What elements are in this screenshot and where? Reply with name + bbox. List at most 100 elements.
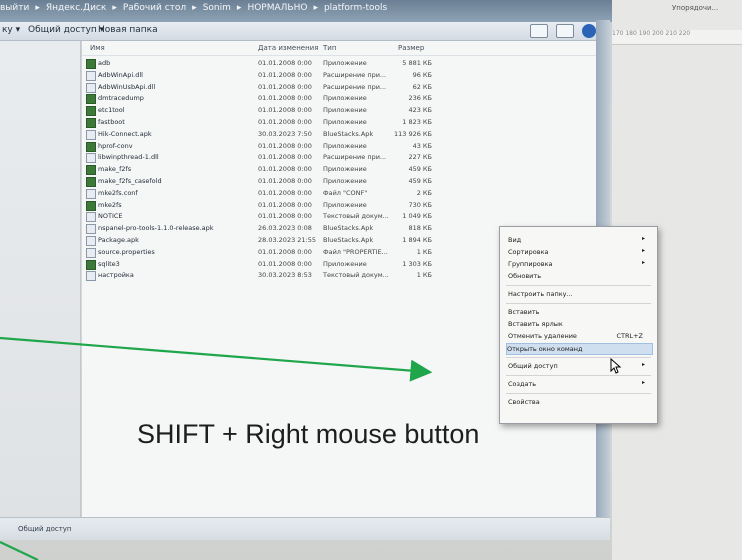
file-row[interactable]: NOTICE 01.01.2008 0:00 Текстовый докум... 1… [82,211,522,223]
file-row[interactable]: AdbWinApi.dll 01.01.2008 0:00 Расширение п… [82,70,522,81]
breadcrumb-item[interactable]: выйти [0,3,29,13]
file-row[interactable]: make_f2fs_casefold 01.01.2008 0:00 Приложе… [82,176,522,187]
file-date: 01.01.2008 0:00 [258,153,312,162]
view-options-icon[interactable] [530,24,548,38]
column-header-size[interactable]: Размер [398,44,424,52]
file-date: 01.01.2008 0:00 [258,188,312,197]
file-size: 1 КБ [416,247,432,256]
column-header-name[interactable]: Имя [90,44,105,52]
file-row[interactable]: настройка 30.03.2023 8:53 Текстовый докум.… [82,270,522,282]
breadcrumb-item[interactable]: НОРМАЛЬНО [247,3,307,13]
column-header-type[interactable]: Тип [323,44,336,52]
file-date: 30.03.2023 7:50 [258,129,312,138]
menu-item-label: Обновить [508,272,542,280]
file-name: source.properties [98,247,155,256]
file-size: 236 КБ [408,94,432,103]
app-icon [86,177,96,187]
file-size: 459 КБ [408,165,432,174]
file-row[interactable]: make_f2fs 01.01.2008 0:00 Приложение 459 КБ [82,164,522,176]
navigation-pane[interactable] [0,41,81,517]
dll-icon [86,82,96,93]
menu-item[interactable]: Вставить ярлык [508,319,651,329]
file-icon [86,271,96,282]
breadcrumb-item[interactable]: Рабочий стол [123,3,186,13]
share-button[interactable]: Общий доступ ▾ [28,25,104,35]
app-icon [86,141,96,152]
file-row[interactable]: etc1tool 01.01.2008 0:00 Приложение 423 КБ [82,105,522,117]
new-folder-button[interactable]: Новая папка [98,25,158,35]
breadcrumb-item[interactable]: platform-tools [324,3,387,13]
file-row[interactable]: AdbWinUsbApi.dll 01.01.2008 0:00 Расширени… [82,82,522,93]
menu-item-label: Отменить удаление [508,332,577,340]
breadcrumb-separator-icon: ▸ [35,3,40,13]
file-row[interactable]: libwinpthread-1.dll 01.01.2008 0:00 Расшир… [82,152,522,164]
menu-item[interactable]: Создать ▸ [508,379,651,389]
file-type: Расширение при... [323,70,387,79]
file-name: make_f2fs [98,165,132,174]
file-size: 1 049 КБ [402,212,432,221]
file-size: 227 КБ [408,153,432,162]
menu-item[interactable]: Отменить удаление CTRL+Z [508,331,651,341]
app-icon [86,259,96,270]
file-row[interactable]: Package.apk 28.03.2023 21:55 BlueStacks.Ap… [82,235,522,246]
file-size: 1 КБ [416,271,432,280]
column-header-date[interactable]: Дата изменения [258,44,318,52]
file-row[interactable]: adb 01.01.2008 0:00 Приложение 5 881 КБ [82,58,522,69]
help-icon[interactable] [582,24,596,38]
menu-item[interactable]: Сортировка ▸ [508,247,651,257]
breadcrumb-separator-icon: ▸ [192,3,197,13]
menu-item[interactable]: Вставить [508,307,651,317]
file-type: Расширение при... [323,153,387,162]
file-row[interactable]: sqlite3 01.01.2008 0:00 Приложение 1 303 КБ [82,259,522,270]
menu-item[interactable]: Группировка ▸ [508,259,651,269]
menu-item-label: Сортировка [508,248,549,256]
mouse-cursor-icon [610,358,622,374]
menu-item[interactable]: Обновить [508,271,651,281]
menu-separator [506,285,651,286]
file-row[interactable]: nspanel-pro-tools-1.1.0-release.apk 26.03… [82,223,522,235]
background-app-ruler: 170 180 190 200 210 220 [612,30,742,45]
file-size: 1 303 КБ [402,259,432,268]
menu-item[interactable]: Открыть окно команд [506,343,653,355]
file-row[interactable]: mke2fs.conf 01.01.2008 0:00 Файл "CONF" 2 К… [82,188,522,199]
file-date: 01.01.2008 0:00 [258,212,312,221]
menu-item-label: Вставить [508,308,540,316]
file-name: hprof-conv [98,141,133,150]
file-icon [86,212,96,223]
menu-item-label: Вид [508,236,522,244]
apk-icon [86,224,96,235]
file-date: 28.03.2023 21:55 [258,236,317,244]
breadcrumb-item[interactable]: Sonim [203,3,231,13]
file-name: sqlite3 [98,259,120,268]
file-row[interactable]: Hik-Connect.apk 30.03.2023 7:50 BlueStacks… [82,129,522,140]
menu-shortcut: CTRL+Z [616,332,643,340]
menu-item[interactable]: Общий доступ ▸ [508,361,651,371]
file-date: 01.01.2008 0:00 [258,200,312,209]
file-icon [86,247,96,258]
breadcrumb-item[interactable]: Яндекс.Диск [46,3,106,13]
menu-item[interactable]: Настроить папку... [508,289,651,299]
file-date: 01.01.2008 0:00 [258,94,312,103]
file-name: etc1tool [98,106,125,115]
preview-pane-icon[interactable] [556,24,574,38]
menu-item[interactable]: Свойства [508,397,651,407]
file-row[interactable]: hprof-conv 01.01.2008 0:00 Приложение 43 КБ [82,141,522,152]
file-date: 26.03.2023 0:08 [258,224,312,233]
menu-item[interactable]: Вид ▸ [508,235,651,245]
file-row[interactable]: dmtracedump 01.01.2008 0:00 Приложение 236 … [82,93,522,105]
background-app-header: Упорядочи... [672,4,719,12]
file-name: fastboot [98,118,125,126]
file-name: настройка [98,271,134,280]
organize-button[interactable]: ку ▾ [2,25,20,35]
file-type: Приложение [323,141,367,150]
breadcrumb[interactable]: выйти ▸ Яндекс.Диск ▸ Рабочий стол ▸ Sonim ▸ НОР… [0,3,393,13]
file-name: nspanel-pro-tools-1.1.0-release.apk [98,224,214,233]
menu-item-label: Создать [508,380,537,388]
menu-separator [506,375,651,376]
file-type: Приложение [323,177,367,185]
file-name: NOTICE [98,212,123,221]
file-row[interactable]: mke2fs 01.01.2008 0:00 Приложение 730 КБ [82,200,522,211]
file-row[interactable]: fastboot 01.01.2008 0:00 Приложение 1 823 К… [82,117,522,128]
submenu-arrow-icon: ▸ [641,247,645,254]
file-row[interactable]: source.properties 01.01.2008 0:00 Файл "PR… [82,247,522,258]
